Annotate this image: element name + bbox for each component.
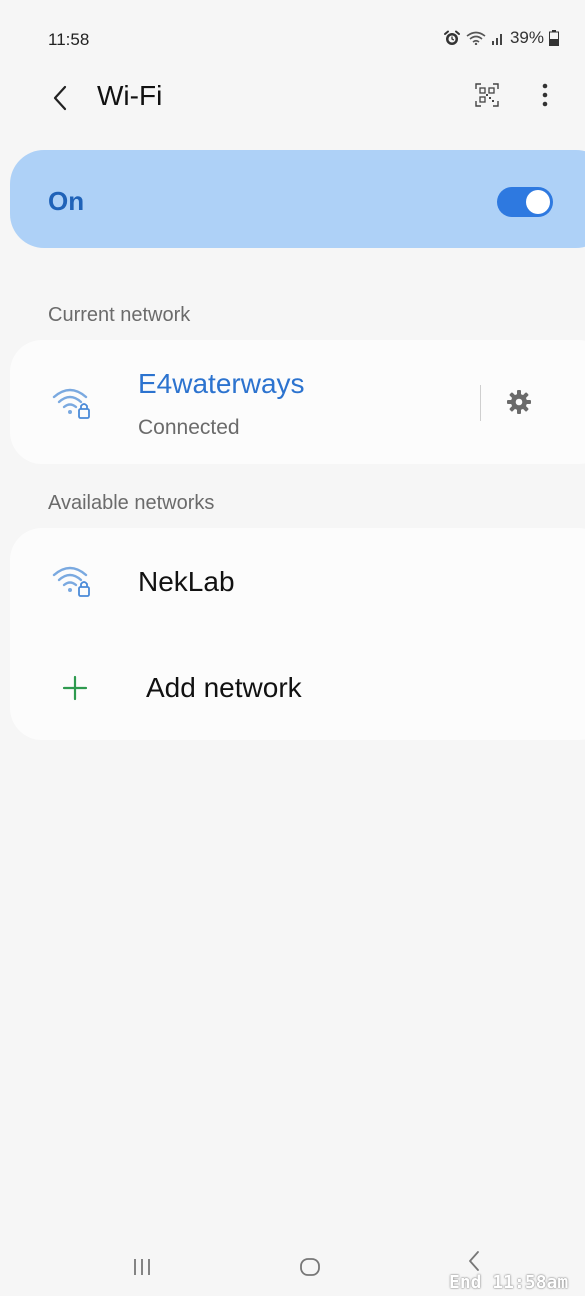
battery-percent: 39%: [509, 28, 544, 47]
home-button[interactable]: [290, 1252, 330, 1286]
available-networks-header: Available networks: [48, 492, 215, 514]
network-name: NekLab: [138, 566, 235, 597]
current-network-status: Connected: [138, 416, 240, 439]
recents-button[interactable]: [122, 1252, 162, 1286]
alarm-icon: [443, 30, 461, 46]
network-item-neklab[interactable]: [10, 528, 585, 632]
wifi-toggle-label: On: [48, 186, 85, 216]
add-network-label: Add network: [146, 672, 302, 703]
more-vertical-icon: [542, 83, 548, 112]
home-icon: [299, 1257, 321, 1282]
qr-code-icon: [475, 82, 499, 112]
status-icons: 39%: [443, 28, 559, 48]
gear-icon: [506, 389, 532, 420]
wifi-toggle-switch[interactable]: [497, 187, 553, 217]
status-time: 11:58: [48, 30, 90, 49]
wifi-status-icon: [466, 31, 486, 45]
recents-icon: [133, 1258, 151, 1281]
current-network-header: Current network: [48, 304, 191, 326]
cell-signal-icon: [491, 31, 505, 45]
battery-icon: [549, 30, 559, 46]
wifi-locked-icon: [52, 386, 92, 425]
page-title: Wi-Fi: [97, 80, 163, 111]
current-network-name[interactable]: E4waterways: [138, 368, 305, 400]
qr-code-button[interactable]: [470, 80, 504, 114]
timestamp-watermark: End 11:58am: [449, 1272, 569, 1293]
wifi-locked-icon: [52, 564, 92, 603]
network-settings-button[interactable]: [500, 385, 538, 423]
back-chevron-icon: [52, 85, 68, 116]
toggle-knob: [526, 190, 550, 214]
plus-icon: [62, 675, 88, 706]
back-button[interactable]: [40, 80, 80, 120]
current-network-card[interactable]: [10, 340, 585, 464]
more-options-button[interactable]: [530, 80, 560, 114]
vertical-divider: [480, 385, 481, 421]
